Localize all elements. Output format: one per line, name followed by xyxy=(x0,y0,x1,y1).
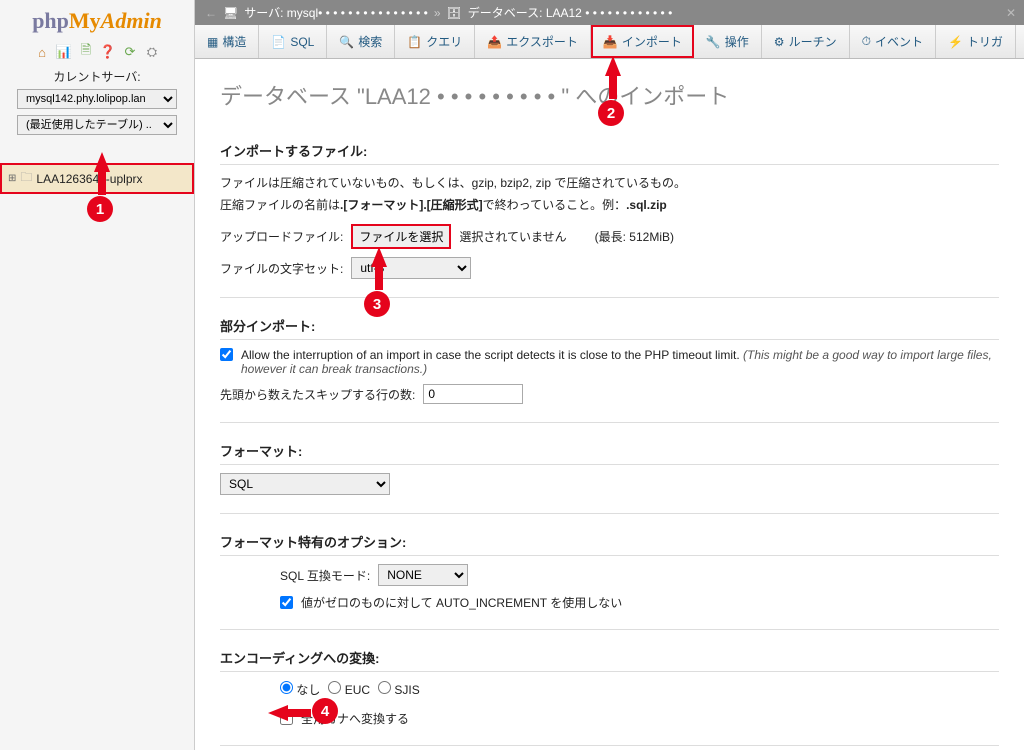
arrow-1 xyxy=(94,152,110,172)
breadcrumb-sep: » xyxy=(434,6,441,20)
no-file-text: 選択されていません xyxy=(459,228,566,245)
routines-icon: ⚙ xyxy=(774,35,785,49)
callout-3: 3 xyxy=(364,291,390,317)
sql-icon: 📄 xyxy=(271,35,286,49)
content: データベース "LAA12 • • • • • • • • • " へのインポー… xyxy=(195,59,1024,750)
enc-sjis-option[interactable]: SJIS xyxy=(378,680,420,702)
compat-label: SQL 互換モード: xyxy=(280,567,370,584)
sidebar: phpMyAdmin ⌂ 📊 🗎 ❓ ⟳ ⛭ カレントサーバ: mysql142… xyxy=(0,0,195,750)
settings-icon[interactable]: ⛭ xyxy=(144,44,160,60)
partial-checkbox[interactable] xyxy=(220,348,233,361)
callout-2: 2 xyxy=(598,100,624,126)
operations-icon: 🔧 xyxy=(706,35,721,49)
compat-select[interactable]: NONE xyxy=(378,564,468,586)
export-icon: 📤 xyxy=(487,35,502,49)
nav-back-icon[interactable]: ← xyxy=(205,6,217,20)
search-icon: 🔍 xyxy=(339,35,354,49)
breadcrumb: ← 🖥 サーバ: mysql• • • • • • • • • • • • • … xyxy=(195,0,1024,25)
structure-icon: ▦ xyxy=(207,35,218,49)
autoinc-label: 値がゼロのものに対して AUTO_INCREMENT を使用しない xyxy=(301,594,622,611)
import-icon: 📥 xyxy=(603,35,618,49)
tab-triggers[interactable]: ⚡トリガ xyxy=(936,25,1016,58)
tab-sql[interactable]: 📄SQL xyxy=(259,25,327,58)
expand-icon[interactable]: ⊞ xyxy=(8,173,16,184)
callout-1: 1 xyxy=(87,196,113,222)
format-select[interactable]: SQL xyxy=(220,473,390,495)
arrow-4 xyxy=(268,705,288,721)
docs-icon[interactable]: ❓ xyxy=(100,44,116,60)
reload-icon[interactable]: ⟳ xyxy=(122,44,138,60)
enc-euc-option[interactable]: EUC xyxy=(328,680,370,702)
server-select[interactable]: mysql142.phy.lolipop.lan xyxy=(17,89,177,109)
db-icon: 🗀 xyxy=(20,168,32,189)
triggers-icon: ⚡ xyxy=(948,35,963,49)
maxlen-text: (最長: 512MiB) xyxy=(595,228,674,245)
file-desc1: ファイルは圧縮されていないもの、もしくは、gzip, bzip2, zip で圧… xyxy=(220,173,999,195)
arrow-2 xyxy=(605,56,621,76)
tabs: ▦構造 📄SQL 🔍検索 📋クエリ 📤エクスポート 📥インポート 🔧操作 ⚙ルー… xyxy=(195,25,1024,59)
callout-4: 4 xyxy=(312,698,338,724)
charset-label: ファイルの文字セット: xyxy=(220,260,343,277)
server-icon: 🖥 xyxy=(223,6,238,20)
skip-input[interactable] xyxy=(423,384,523,404)
tab-operations[interactable]: 🔧操作 xyxy=(694,25,762,58)
upload-label: アップロードファイル: xyxy=(220,228,343,245)
options-heading: フォーマット特有のオプション: xyxy=(220,532,999,556)
query-icon: 📋 xyxy=(407,35,422,49)
tab-export[interactable]: 📤エクスポート xyxy=(475,25,591,58)
breadcrumb-server[interactable]: サーバ: mysql• • • • • • • • • • • • • • • xyxy=(244,4,428,21)
sql-icon[interactable]: 🗎 xyxy=(78,44,94,60)
charset-select[interactable]: utf-8 xyxy=(351,257,471,279)
tab-routines[interactable]: ⚙ルーチン xyxy=(762,25,850,58)
tab-search[interactable]: 🔍検索 xyxy=(327,25,395,58)
tab-query[interactable]: 📋クエリ xyxy=(395,25,475,58)
phpmyadmin-logo: phpMyAdmin xyxy=(32,8,162,34)
autoinc-checkbox[interactable] xyxy=(280,596,293,609)
enc-heading: エンコーディングへの変換: xyxy=(220,648,999,672)
recent-tables-select[interactable]: (最近使用したテーブル) .. xyxy=(17,115,177,135)
file-heading: インポートするファイル: xyxy=(220,141,999,165)
partial-text: Allow the interruption of an import in c… xyxy=(241,348,999,376)
enc-none-option[interactable]: なし xyxy=(280,680,320,702)
tab-events[interactable]: ⏱イベント xyxy=(850,25,936,58)
db-name: LAA1263645-uplprx xyxy=(36,172,142,186)
db-icon: 🗄 xyxy=(447,6,462,20)
arrow-3 xyxy=(371,247,387,267)
sidebar-toolbar: ⌂ 📊 🗎 ❓ ⟳ ⛭ xyxy=(34,44,160,60)
current-server-label: カレントサーバ: xyxy=(53,68,140,85)
close-icon[interactable]: ✕ xyxy=(1006,6,1016,20)
tab-structure[interactable]: ▦構造 xyxy=(195,25,259,58)
home-icon[interactable]: ⌂ xyxy=(34,44,50,60)
tab-import[interactable]: 📥インポート xyxy=(591,25,694,58)
skip-label: 先頭から数えたスキップする行の数: xyxy=(220,386,415,403)
events-icon: ⏱ xyxy=(862,34,871,49)
format-heading: フォーマット: xyxy=(220,441,999,465)
choose-file-button[interactable]: ファイルを選択 xyxy=(351,224,451,249)
file-desc2: 圧縮ファイルの名前は.[フォーマット].[圧縮形式]で終わっていること。例：.s… xyxy=(220,195,999,217)
partial-heading: 部分インポート: xyxy=(220,316,999,340)
breadcrumb-db[interactable]: データベース: LAA12 • • • • • • • • • • • • xyxy=(468,4,673,21)
logout-icon[interactable]: 📊 xyxy=(56,44,72,60)
